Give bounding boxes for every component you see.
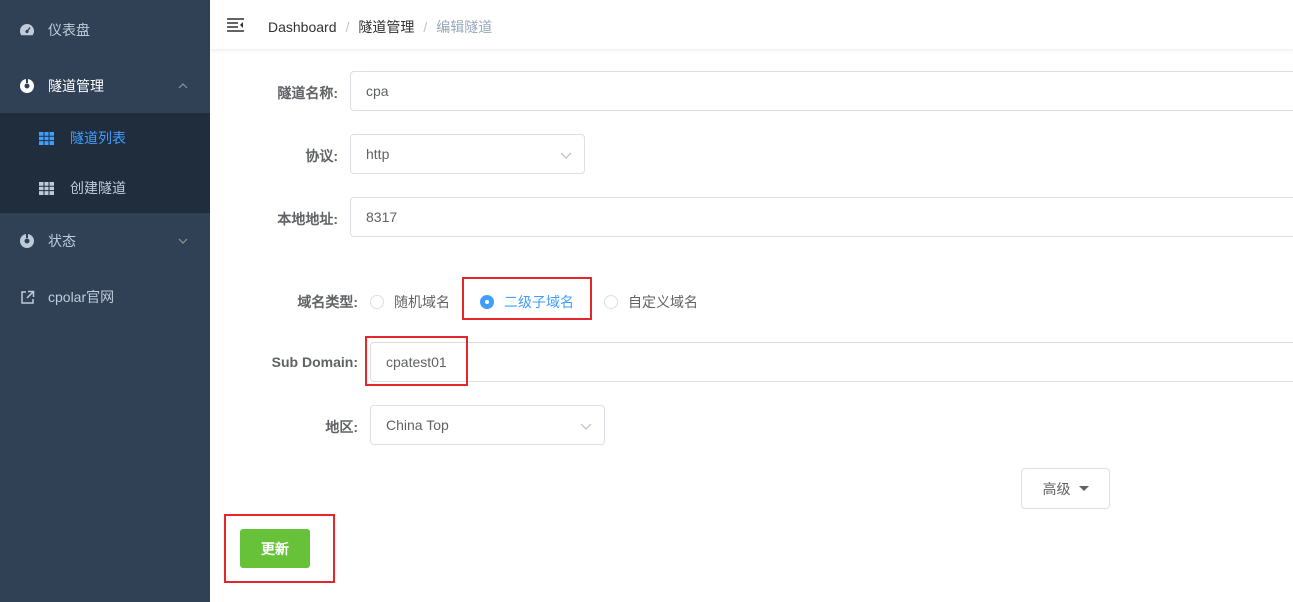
hamburger-icon[interactable] xyxy=(227,17,244,33)
protocol-label: 协议: xyxy=(305,148,338,164)
sidebar-item-label: cpolar官网 xyxy=(48,289,115,305)
chevron-down-icon xyxy=(580,423,592,430)
update-button[interactable]: 更新 xyxy=(240,529,310,568)
sub-domain-value: cpatest01 xyxy=(386,354,447,370)
local-address-label: 本地地址: xyxy=(277,211,338,227)
chevron-up-icon xyxy=(178,83,188,89)
sidebar-item-label: 隧道管理 xyxy=(48,78,104,94)
chevron-down-icon xyxy=(560,152,572,159)
sidebar-item-label: 隧道列表 xyxy=(70,130,126,146)
sidebar-item-create-tunnel[interactable]: 创建隧道 xyxy=(0,163,210,213)
radio-subdomain[interactable]: 二级子域名 xyxy=(480,292,574,312)
tunnel-name-value: cpa xyxy=(366,83,389,99)
radio-random-domain[interactable]: 随机域名 xyxy=(370,292,450,312)
status-icon xyxy=(19,233,35,249)
region-select[interactable]: China Top xyxy=(370,405,605,445)
sidebar-item-tunnel-management[interactable]: 隧道管理 xyxy=(0,58,210,114)
external-link-icon xyxy=(19,289,35,305)
radio-label: 二级子域名 xyxy=(504,294,574,310)
table-icon xyxy=(39,181,54,195)
domain-type-label: 域名类型: xyxy=(297,294,358,310)
sidebar-item-label: 创建隧道 xyxy=(70,180,126,196)
sidebar-item-label: 状态 xyxy=(48,233,76,249)
breadcrumb: Dashboard / 隧道管理 / 编辑隧道 xyxy=(268,17,492,37)
advanced-button[interactable]: 高级 xyxy=(1021,468,1110,509)
table-icon xyxy=(39,131,54,145)
radio-circle xyxy=(604,295,618,309)
protocol-value: http xyxy=(366,146,390,162)
sidebar: 仪表盘 隧道管理 隧道列表 创建隧道 状态 cpolar官网 xyxy=(0,0,210,602)
tunnel-name-input[interactable]: cpa xyxy=(350,71,1293,111)
submenu-tunnels: 隧道列表 创建隧道 xyxy=(0,113,210,213)
advanced-label: 高级 xyxy=(1042,480,1071,497)
tunnel-name-label: 隧道名称: xyxy=(277,85,338,101)
sidebar-item-label: 仪表盘 xyxy=(48,22,90,38)
radio-circle-checked xyxy=(480,295,494,309)
navbar: Dashboard / 隧道管理 / 编辑隧道 xyxy=(210,0,1293,50)
tunnel-icon xyxy=(19,78,35,94)
breadcrumb-separator: / xyxy=(423,19,428,35)
sub-domain-input[interactable]: cpatest01 xyxy=(370,342,1293,382)
sub-domain-label: Sub Domain: xyxy=(271,354,358,370)
local-address-input[interactable]: 8317 xyxy=(350,197,1293,237)
caret-down-icon xyxy=(1078,486,1089,491)
chevron-down-icon xyxy=(178,238,188,244)
protocol-select[interactable]: http xyxy=(350,134,585,174)
region-label: 地区: xyxy=(325,419,358,435)
radio-label: 自定义域名 xyxy=(628,294,698,310)
sidebar-item-cpolar-site[interactable]: cpolar官网 xyxy=(0,269,210,325)
sidebar-item-dashboard[interactable]: 仪表盘 xyxy=(0,2,210,58)
breadcrumb-separator: / xyxy=(345,19,350,35)
local-address-value: 8317 xyxy=(366,209,398,225)
radio-circle xyxy=(370,295,384,309)
sidebar-item-status[interactable]: 状态 xyxy=(0,213,210,269)
breadcrumb-dashboard[interactable]: Dashboard xyxy=(268,19,337,35)
region-value: China Top xyxy=(386,417,449,433)
radio-custom-domain[interactable]: 自定义域名 xyxy=(604,292,698,312)
dashboard-icon xyxy=(19,22,35,38)
breadcrumb-edit-tunnel: 编辑隧道 xyxy=(436,19,493,35)
radio-label: 随机域名 xyxy=(394,294,450,310)
breadcrumb-tunnel-management[interactable]: 隧道管理 xyxy=(358,17,414,37)
sidebar-item-tunnel-list[interactable]: 隧道列表 xyxy=(0,113,210,163)
